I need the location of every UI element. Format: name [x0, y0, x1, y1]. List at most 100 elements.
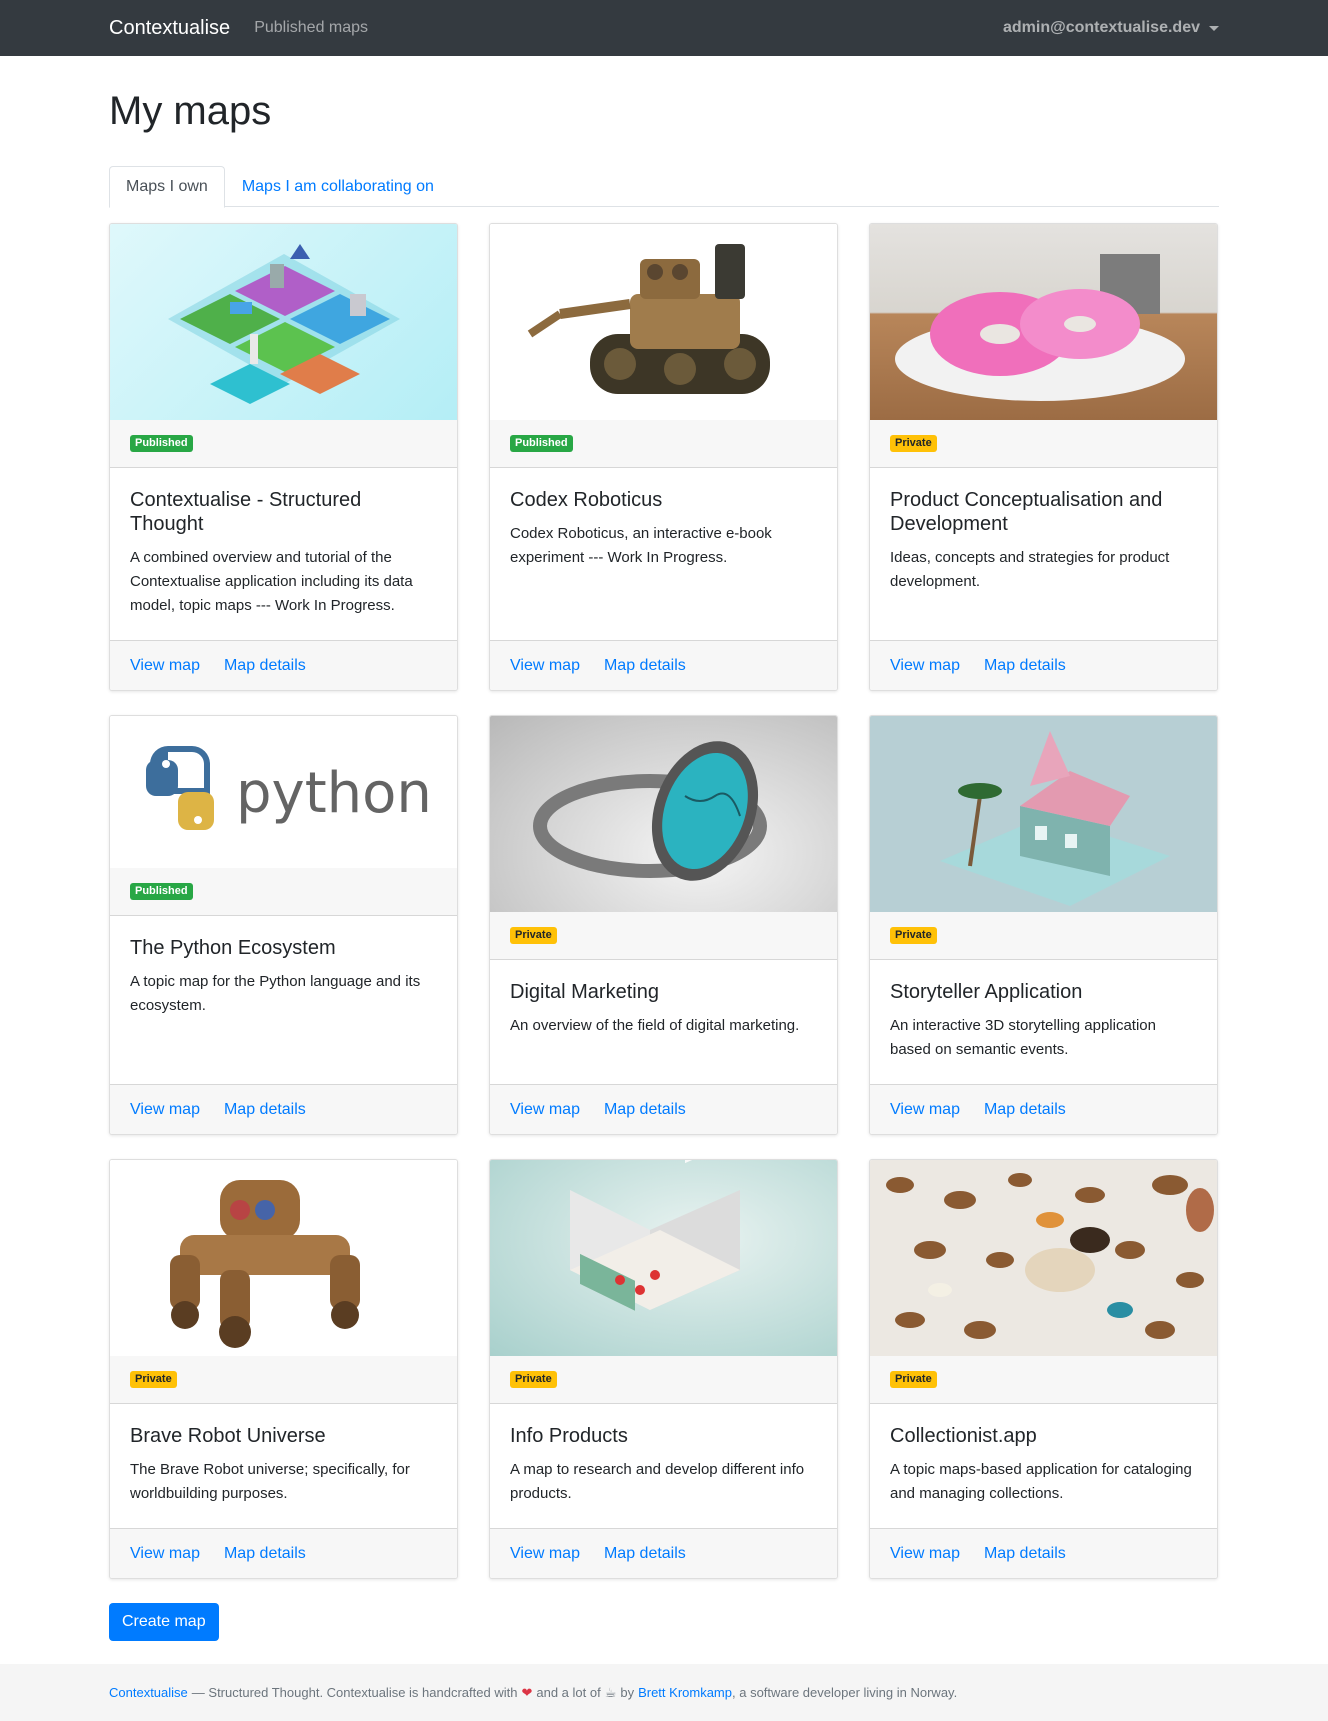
- card-title: Codex Roboticus: [510, 489, 663, 511]
- map-details-link[interactable]: Map details: [604, 1101, 686, 1119]
- heart-icon: ❤: [521, 1684, 533, 1700]
- map-details-link[interactable]: Map details: [984, 1545, 1066, 1563]
- chevron-down-icon: [1209, 25, 1219, 31]
- footer-brand-link[interactable]: Contextualise: [109, 1685, 188, 1700]
- page-title: My maps: [109, 89, 272, 133]
- map-card: python Published The Python Ecosystem A …: [109, 715, 458, 1135]
- create-map-button[interactable]: Create map: [109, 1603, 219, 1641]
- card-description: A topic maps-based application for catal…: [890, 1461, 1192, 1502]
- status-badge: Published: [130, 435, 193, 452]
- author-link[interactable]: Brett Kromkamp: [638, 1685, 732, 1700]
- footer-text-4: , a software developer living in Norway.: [732, 1685, 958, 1700]
- map-card: Published Contextualise - Structured Tho…: [109, 223, 458, 691]
- map-details-link[interactable]: Map details: [984, 1101, 1066, 1119]
- view-map-link[interactable]: View map: [130, 1545, 200, 1563]
- navbar: Contextualise Published maps admin@conte…: [0, 0, 1328, 56]
- map-details-link[interactable]: Map details: [604, 1545, 686, 1563]
- tank-robot-image: [490, 224, 837, 420]
- card-footer: View map Map details: [110, 1084, 457, 1134]
- view-map-link[interactable]: View map: [130, 657, 200, 675]
- donuts-image: [870, 224, 1217, 420]
- butterflies-image: [870, 1160, 1217, 1356]
- view-map-link[interactable]: View map: [130, 1101, 200, 1119]
- map-details-link[interactable]: Map details: [984, 657, 1066, 675]
- butterflies-illustration: [886, 1173, 1214, 1339]
- card-status-row: Private: [870, 1356, 1217, 1404]
- card-description: A map to research and develop different …: [510, 1461, 805, 1502]
- tab-maps-i-own[interactable]: Maps I own: [109, 166, 225, 208]
- turquoise-ring-image: [490, 716, 837, 912]
- card-description: An overview of the field of digital mark…: [510, 1017, 800, 1034]
- card-footer: View map Map details: [870, 640, 1217, 690]
- card-title: Collectionist.app: [890, 1425, 1037, 1447]
- map-details-link[interactable]: Map details: [604, 657, 686, 675]
- status-badge: Published: [130, 883, 193, 900]
- tabs: Maps I own Maps I am collaborating on: [109, 166, 1219, 208]
- map-details-link[interactable]: Map details: [224, 1545, 306, 1563]
- footer-text-2: and a lot of: [536, 1685, 601, 1700]
- footer-text: — Structured Thought. Contextualise is h…: [191, 1685, 518, 1700]
- card-status-row: Private: [490, 1356, 837, 1404]
- card-description: A topic map for the Python language and …: [130, 973, 421, 1014]
- view-map-link[interactable]: View map: [890, 1101, 960, 1119]
- donuts-illustration: [895, 254, 1185, 401]
- card-title: Product Conceptualisation and Developmen…: [890, 489, 1163, 535]
- status-badge: Private: [510, 927, 557, 944]
- map-card: Private Product Conceptualisation and De…: [869, 223, 1218, 691]
- card-title: The Python Ecosystem: [130, 937, 336, 959]
- card-body: The Python Ecosystem A topic map for the…: [110, 916, 457, 1084]
- turquoise-ring-illustration: [533, 741, 767, 881]
- card-title: Info Products: [510, 1425, 628, 1447]
- footer: Contextualise — Structured Thought. Cont…: [0, 1664, 1328, 1721]
- map-card: Private Info Products A map to research …: [489, 1159, 838, 1579]
- card-body: Product Conceptualisation and Developmen…: [870, 468, 1217, 640]
- view-map-link[interactable]: View map: [510, 1101, 580, 1119]
- card-status-row: Private: [110, 1356, 457, 1404]
- view-map-link[interactable]: View map: [510, 657, 580, 675]
- card-status-row: Private: [490, 912, 837, 960]
- python-logo-icon: python: [146, 746, 432, 830]
- card-footer: View map Map details: [110, 1528, 457, 1578]
- card-description: The Brave Robot universe; specifically, …: [130, 1461, 410, 1502]
- card-description: A combined overview and tutorial of the …: [130, 549, 413, 614]
- isometric-islands-image: [110, 224, 457, 420]
- card-description: An interactive 3D storytelling applicati…: [890, 1017, 1156, 1058]
- pink-house-image: [870, 716, 1217, 912]
- user-menu-dropdown[interactable]: admin@contextualise.dev: [1003, 19, 1219, 37]
- view-map-link[interactable]: View map: [510, 1545, 580, 1563]
- card-title: Contextualise - Structured Thought: [130, 489, 362, 535]
- card-footer: View map Map details: [490, 1084, 837, 1134]
- card-footer: View map Map details: [870, 1528, 1217, 1578]
- published-maps-link[interactable]: Published maps: [254, 19, 368, 37]
- map-card: Private Digital Marketing An overview of…: [489, 715, 838, 1135]
- map-details-link[interactable]: Map details: [224, 1101, 306, 1119]
- wheeled-robot-illustration: [170, 1180, 360, 1348]
- maps-grid: Published Contextualise - Structured Tho…: [109, 223, 1219, 1579]
- map-card: Private Brave Robot Universe The Brave R…: [109, 1159, 458, 1579]
- status-badge: Private: [890, 1371, 937, 1388]
- main-container: My maps Maps I own Maps I am collaborati…: [109, 86, 1219, 1641]
- status-badge: Private: [130, 1371, 177, 1388]
- tab-maps-collaborating[interactable]: Maps I am collaborating on: [225, 166, 451, 206]
- card-description: Ideas, concepts and strategies for produ…: [890, 549, 1170, 590]
- card-footer: View map Map details: [490, 1528, 837, 1578]
- isometric-office-illustration: [570, 1160, 740, 1311]
- map-card: Private Collectionist.app A topic maps-b…: [869, 1159, 1218, 1579]
- view-map-link[interactable]: View map: [890, 657, 960, 675]
- status-badge: Private: [890, 927, 937, 944]
- card-footer: View map Map details: [490, 640, 837, 690]
- view-map-link[interactable]: View map: [890, 1545, 960, 1563]
- card-body: Contextualise - Structured Thought A com…: [110, 468, 457, 640]
- status-badge: Private: [890, 435, 937, 452]
- card-status-row: Private: [870, 912, 1217, 960]
- map-details-link[interactable]: Map details: [224, 657, 306, 675]
- card-body: Brave Robot Universe The Brave Robot uni…: [110, 1404, 457, 1528]
- isometric-islands-illustration: [168, 244, 400, 404]
- python-logo-text: python: [236, 761, 432, 826]
- wheeled-robot-image: [110, 1160, 457, 1356]
- card-title: Brave Robot Universe: [130, 1425, 326, 1447]
- card-body: Info Products A map to research and deve…: [490, 1404, 837, 1528]
- card-body: Collectionist.app A topic maps-based app…: [870, 1404, 1217, 1528]
- brand-link[interactable]: Contextualise: [109, 17, 230, 40]
- card-status-row: Published: [110, 868, 457, 916]
